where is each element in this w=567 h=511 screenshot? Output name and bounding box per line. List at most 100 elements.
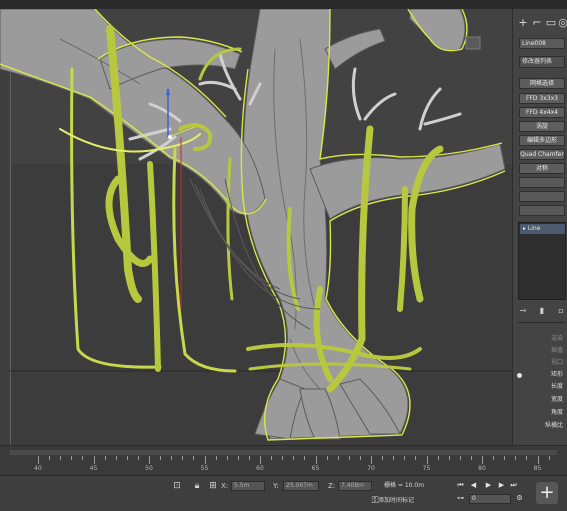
minor-tick [126, 456, 128, 460]
add-time-tag-label: 添加时间标记 [378, 497, 415, 504]
transform-icon[interactable]: ⊞ [208, 481, 218, 491]
empty-modifier-slot[interactable] [519, 191, 565, 202]
empty-modifier-slot[interactable] [519, 205, 565, 216]
major-tick [482, 456, 483, 464]
hierarchy-tab-icon[interactable]: ▭ [545, 17, 557, 29]
add-time-tag-button[interactable]: 添加时间标记 [366, 495, 426, 507]
minor-tick [271, 456, 273, 460]
scene-render [0, 9, 512, 441]
param-aspect: 纵横比 [544, 422, 563, 429]
select-region-icon[interactable]: ⊡ [172, 481, 182, 491]
vortex-button[interactable]: 涡旋 [519, 121, 565, 132]
key-mode-icon[interactable]: ⊶ [456, 494, 465, 503]
param-interpolation: 插值 [550, 347, 563, 354]
z-label: Z: [328, 482, 336, 490]
quad-chamfer-button[interactable]: Quad Chamfer [519, 149, 565, 160]
tick-label: 40 [34, 465, 42, 472]
minor-tick [193, 456, 195, 460]
track-bar[interactable]: 40 45 50 55 60 65 70 75 80 85 [0, 445, 567, 475]
minor-tick [226, 456, 228, 460]
modify-tab-icon[interactable]: ⌐ [531, 17, 543, 29]
pin-stack-icon[interactable]: ⊸ [518, 306, 528, 316]
x-label: X: [221, 482, 229, 490]
minor-tick [548, 456, 550, 460]
go-to-start-icon[interactable]: ⏮ [456, 481, 465, 490]
minor-tick [293, 456, 295, 460]
command-panel: + ⌐ ▭ ◎ Line008 修改器列表 网格选择 FFD 3x3x3 FFD… [512, 9, 567, 445]
y-label: Y: [273, 482, 279, 490]
grid-size-label: 栅格 = 10.0m [384, 482, 425, 489]
tick-label: 60 [256, 465, 264, 472]
time-config-icon[interactable]: ⚙ [515, 494, 524, 503]
ffd-4x4x4-button[interactable]: FFD 4x4x4 [519, 107, 565, 118]
minor-tick [160, 456, 162, 460]
minor-tick [526, 456, 528, 460]
major-tick [93, 456, 95, 464]
tick-label: 65 [311, 465, 320, 472]
param-rectangular[interactable]: 矩形 [517, 370, 563, 380]
minor-tick [104, 456, 106, 460]
minor-tick [171, 456, 173, 460]
major-tick [38, 456, 39, 464]
make-unique-icon[interactable]: ▫ [556, 306, 566, 316]
stack-item-line[interactable]: ▸ Line [520, 224, 565, 234]
viewcube-icon[interactable] [465, 36, 481, 50]
minor-tick [326, 456, 328, 460]
minor-tick [49, 456, 51, 460]
go-to-end-icon[interactable]: ⏭ [509, 481, 518, 490]
minor-tick [470, 456, 472, 460]
symmetry-button[interactable]: 对称 [519, 163, 565, 174]
tick-label: 45 [89, 465, 98, 472]
y-coordinate-field[interactable]: 25.067m [283, 481, 319, 491]
minor-tick [71, 456, 73, 460]
play-icon[interactable]: ▶ [484, 481, 493, 490]
minor-tick [115, 456, 117, 460]
major-tick [426, 456, 428, 464]
show-end-result-icon[interactable]: ▮ [537, 306, 547, 316]
lock-icon[interactable]: 🔒︎ [192, 481, 202, 491]
major-tick [371, 456, 372, 464]
x-coordinate-field[interactable]: 5.5m [231, 481, 265, 491]
major-tick [537, 456, 539, 464]
minor-tick [82, 456, 84, 460]
minor-tick [382, 456, 384, 460]
mesh-select-button[interactable]: 网格选择 [519, 78, 565, 89]
frame-ruler[interactable]: 40 45 50 55 60 65 70 75 80 85 [10, 456, 557, 474]
time-slider[interactable] [10, 450, 557, 455]
param-length: 长度 [550, 383, 563, 390]
modifier-list-dropdown[interactable]: 修改器列表 [519, 56, 565, 68]
tick-label: 80 [478, 465, 486, 472]
add-icon[interactable]: + [536, 482, 558, 504]
edit-poly-button[interactable]: 编辑多边形 [519, 135, 565, 146]
stack-item-label: Line [527, 225, 541, 232]
minor-tick [448, 456, 450, 460]
minor-tick [359, 456, 361, 460]
major-tick [149, 456, 150, 464]
minor-tick [459, 456, 461, 460]
create-tab-icon[interactable]: + [517, 17, 529, 29]
next-frame-icon[interactable]: ▶ [497, 481, 506, 490]
command-panel-tabs: + ⌐ ▭ ◎ [517, 17, 567, 31]
3dsmax-window: + ⌐ ▭ ◎ Line008 修改器列表 网格选择 FFD 3x3x3 FFD… [0, 0, 567, 511]
z-coordinate-field[interactable]: 7.408m [338, 481, 372, 491]
param-rendering: 渲染 [550, 335, 563, 342]
minor-tick [337, 456, 339, 460]
ffd-3x3x3-button[interactable]: FFD 3x3x3 [519, 93, 565, 104]
current-frame-field[interactable]: 0 [469, 494, 511, 504]
previous-frame-icon[interactable]: ◀ [469, 481, 478, 490]
major-tick [260, 456, 261, 464]
minor-tick [415, 456, 417, 460]
major-tick [204, 456, 206, 464]
minor-tick [504, 456, 506, 460]
minor-tick [348, 456, 350, 460]
tree-model[interactable] [0, 9, 506, 440]
tick-label: 50 [145, 465, 153, 472]
object-name-field[interactable]: Line008 [519, 38, 565, 49]
minor-tick [437, 456, 439, 460]
motion-tab-icon[interactable]: ◎ [557, 17, 567, 29]
modifier-stack[interactable]: ▸ Line [518, 222, 566, 300]
major-tick [315, 456, 317, 464]
status-bar: ⊡ 🔒︎ ⊞ X: 5.5m Y: 25.067m Z: 7.408m 栅格 =… [0, 475, 567, 511]
perspective-viewport[interactable] [0, 9, 512, 445]
empty-modifier-slot[interactable] [519, 177, 565, 188]
